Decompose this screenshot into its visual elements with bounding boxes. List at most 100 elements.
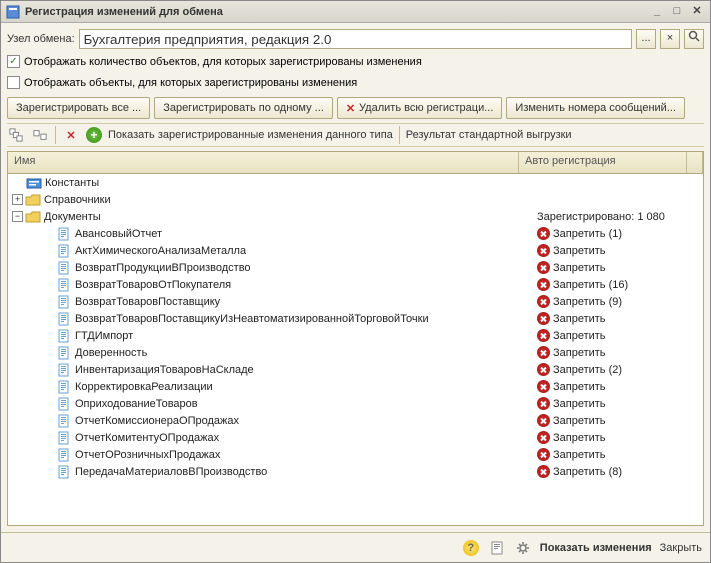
node-clear-button[interactable]: × [660,29,680,49]
register-all-button[interactable]: Зарегистрировать все ... [7,97,150,119]
document-icon [56,414,72,428]
show-changes-button[interactable]: Показать изменения [540,542,652,554]
expand-tree-icon[interactable] [7,126,25,144]
titlebar: Регистрация изменений для обмена _ □ ✕ [1,1,710,23]
collapse-documents[interactable]: − [12,211,23,222]
tree-node-constants[interactable]: Константы [8,174,703,191]
minimize-button[interactable]: _ [648,4,666,20]
separator [55,126,56,144]
secondary-toolbar: ✕ + Показать зарегистрированные изменени… [7,123,704,147]
show-count-checkbox[interactable]: ✓ [7,55,20,68]
x-icon: ✕ [346,102,355,115]
show-count-checkbox-row[interactable]: ✓ Отображать количество объектов, для ко… [7,53,704,70]
delete-registration-button[interactable]: ✕Удалить всю регистраци... [337,97,503,119]
tree-node-references[interactable]: + Справочники [8,191,703,208]
deny-icon [537,295,550,308]
tree-node-document[interactable]: КорректировкаРеализацииЗапретить [8,378,703,395]
settings-icon[interactable] [514,539,532,557]
deny-icon [537,397,550,410]
tree-node-document[interactable]: ГТДИмпортЗапретить [8,327,703,344]
expand-references[interactable]: + [12,194,23,205]
collapse-tree-icon[interactable] [31,126,49,144]
deny-icon [537,278,550,291]
document-icon [56,329,72,343]
deny-icon [537,329,550,342]
tree-node-document[interactable]: ВозвратТоваровПоставщикуИзНеавтоматизиро… [8,310,703,327]
document-icon [56,227,72,241]
deny-icon [537,363,550,376]
tree-node-document[interactable]: АвансовыйОтчетЗапретить (1) [8,225,703,242]
document-icon [56,244,72,258]
delete-icon[interactable]: ✕ [62,126,80,144]
tree-node-document[interactable]: ВозвратПродукцииВПроизводствоЗапретить [8,259,703,276]
column-name[interactable]: Имя [8,152,519,173]
close-button[interactable]: ✕ [688,4,706,20]
show-objects-checkbox[interactable] [7,76,20,89]
document-icon [56,261,72,275]
deny-icon [537,346,550,359]
node-row: Узел обмена: ... × [7,29,704,49]
tree-node-document[interactable]: ВозвратТоваровПоставщикуЗапретить (9) [8,293,703,310]
app-icon [5,4,21,20]
node-select-button[interactable]: ... [636,29,656,49]
document-icon [56,465,72,479]
app-window: Регистрация изменений для обмена _ □ ✕ У… [0,0,711,563]
tree-node-document[interactable]: ОтчетКомиссионераОПродажахЗапретить [8,412,703,429]
show-count-label: Отображать количество объектов, для кото… [24,56,422,68]
add-icon[interactable]: + [86,127,102,143]
help-icon[interactable]: ? [462,539,480,557]
deny-icon [537,244,550,257]
document-icon [56,363,72,377]
deny-icon [537,227,550,240]
tree-node-document[interactable]: ПередачаМатериаловВПроизводствоЗапретить… [8,463,703,480]
folder-icon [25,193,41,207]
deny-icon [537,448,550,461]
tree-node-document[interactable]: ОприходованиеТоваровЗапретить [8,395,703,412]
folder-icon [25,210,41,224]
maximize-button[interactable]: □ [668,4,686,20]
exchange-node-input[interactable] [79,29,632,49]
deny-icon [537,261,550,274]
node-search-button[interactable] [684,29,704,49]
tree-body[interactable]: Константы + Справочники − [8,174,703,525]
tree-header: Имя Авто регистрация [8,152,703,174]
column-autoreg[interactable]: Авто регистрация [519,152,687,173]
content: Узел обмена: ... × ✓ Отображать количест… [1,23,710,532]
action-buttons-row: Зарегистрировать все ... Зарегистрироват… [7,97,704,119]
document-icon [56,312,72,326]
tree-node-document[interactable]: ОтчетКомитентуОПродажахЗапретить [8,429,703,446]
tree-node-document[interactable]: АктХимическогоАнализаМеталлаЗапретить [8,242,703,259]
tree-node-document[interactable]: ВозвратТоваровОтПокупателяЗапретить (16) [8,276,703,293]
deny-icon [537,312,550,325]
report-icon[interactable] [488,539,506,557]
deny-icon [537,414,550,427]
tree-node-document[interactable]: ОтчетОРозничныхПродажахЗапретить [8,446,703,463]
tree-container: Имя Авто регистрация Константы + [7,151,704,526]
tree-node-document[interactable]: ДоверенностьЗапретить [8,344,703,361]
change-message-numbers-button[interactable]: Изменить номера сообщений... [506,97,685,119]
tree-node-document[interactable]: ИнвентаризацияТоваровНаСкладеЗапретить (… [8,361,703,378]
register-one-button[interactable]: Зарегистрировать по одному ... [154,97,333,119]
show-objects-label: Отображать объекты, для которых зарегист… [24,77,357,89]
constants-icon [26,176,42,190]
scroll-header [687,152,703,173]
node-label: Узел обмена: [7,33,75,45]
deny-icon [537,465,550,478]
document-icon [56,448,72,462]
document-icon [56,346,72,360]
deny-icon [537,431,550,444]
deny-icon [537,380,550,393]
result-export-link[interactable]: Результат стандартной выгрузки [406,129,572,141]
separator [399,126,400,144]
document-icon [56,431,72,445]
show-objects-checkbox-row[interactable]: Отображать объекты, для которых зарегист… [7,74,704,91]
close-link[interactable]: Закрыть [660,542,702,554]
document-icon [56,380,72,394]
window-title: Регистрация изменений для обмена [25,6,646,18]
document-icon [56,295,72,309]
footer: ? Показать изменения Закрыть [1,532,710,562]
tree-node-documents[interactable]: − Документы Зарегистрировано: 1 080 [8,208,703,225]
document-icon [56,397,72,411]
document-icon [56,278,72,292]
show-registered-link[interactable]: Показать зарегистрированные изменения да… [108,129,393,141]
